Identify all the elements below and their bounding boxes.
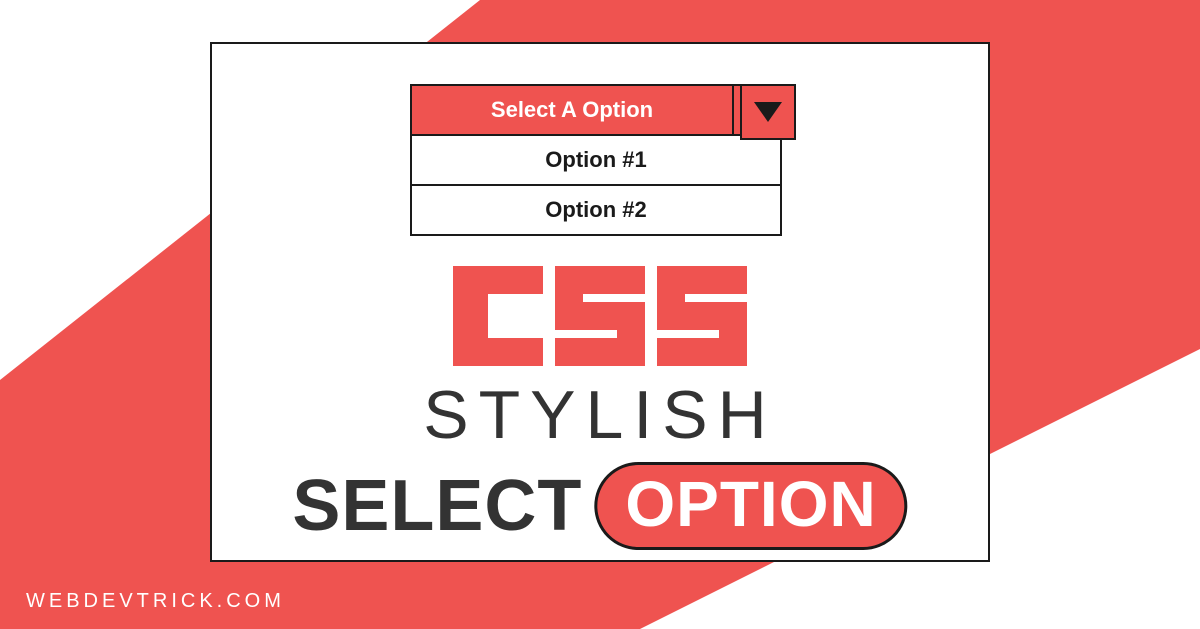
headline-select-word: SELECT xyxy=(292,465,582,547)
select-option[interactable]: Option #2 xyxy=(410,186,782,236)
logo-letter-c xyxy=(453,266,543,366)
chevron-down-icon xyxy=(754,102,782,122)
css-logo xyxy=(453,266,747,366)
select-toggle[interactable] xyxy=(732,86,788,134)
logo-letter-s xyxy=(657,266,747,366)
select-dropdown: Select A Option Option #1 Option #2 xyxy=(410,84,790,236)
select-placeholder: Select A Option xyxy=(412,86,732,134)
select-header[interactable]: Select A Option xyxy=(410,84,790,136)
headline-option-pill: OPTION xyxy=(594,462,907,550)
select-option[interactable]: Option #1 xyxy=(410,136,782,186)
headline-stylish: STYLISH xyxy=(423,376,776,454)
demo-card: Select A Option Option #1 Option #2 STYL… xyxy=(210,42,990,562)
logo-letter-s xyxy=(555,266,645,366)
headline-bottom-row: SELECT OPTION xyxy=(292,462,907,550)
watermark: WEBDEVTRICK.COM xyxy=(26,590,285,613)
